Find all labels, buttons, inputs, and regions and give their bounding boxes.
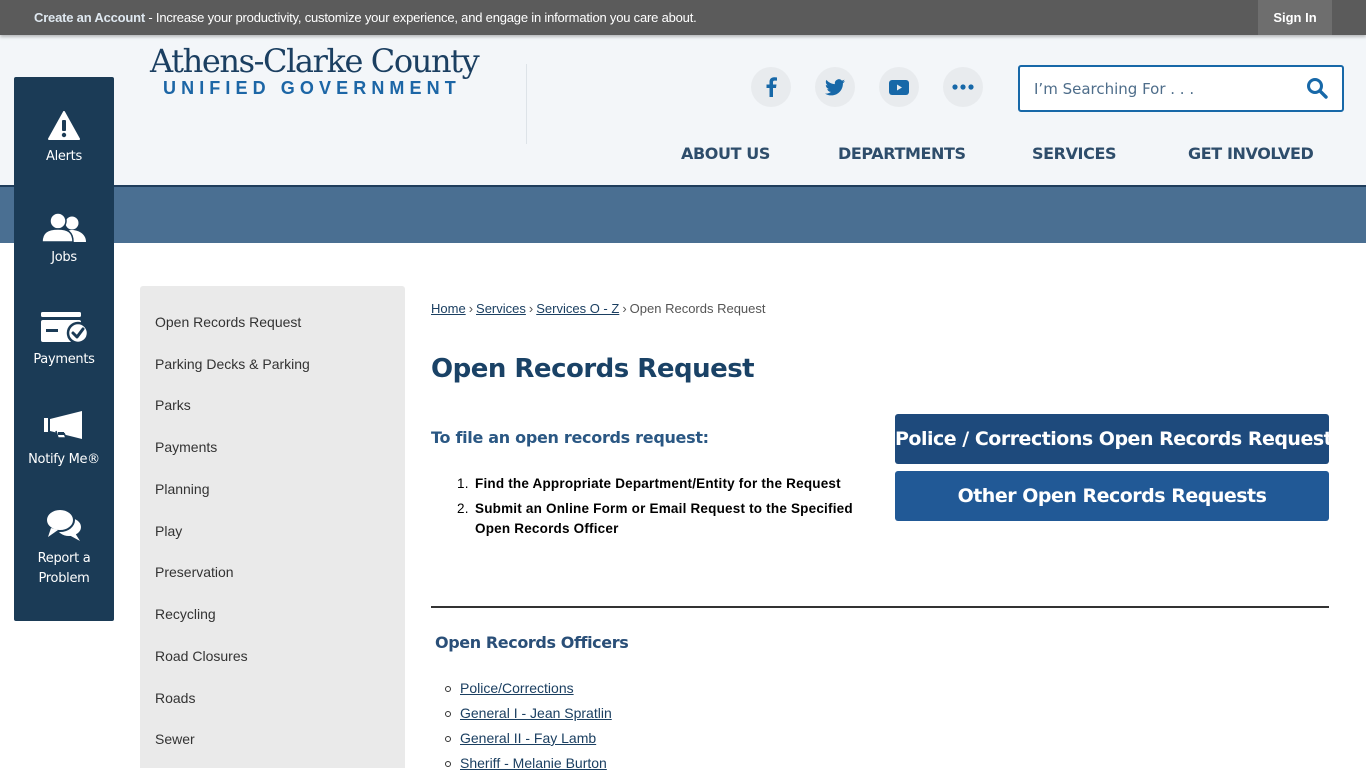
officer-list-item: General I - Jean Spratlin — [443, 703, 612, 728]
chat-bubbles-icon — [45, 508, 81, 541]
officer-link-general-2[interactable]: General II - Fay Lamb — [460, 730, 596, 746]
more-icon — [952, 84, 974, 90]
jobs-icon — [42, 212, 86, 242]
quick-link-label: Notify Me® — [28, 452, 100, 467]
officer-list-item: Police/Corrections — [443, 678, 612, 703]
quick-link-alerts[interactable]: Alerts — [14, 111, 114, 167]
quick-link-payments[interactable]: Payments — [14, 312, 114, 370]
nav-about-us[interactable]: ABOUT US — [681, 144, 770, 163]
youtube-button[interactable] — [879, 67, 919, 107]
section-divider — [431, 606, 1329, 608]
sidenav-item-recycling[interactable]: Recycling — [155, 606, 216, 622]
officer-link-sheriff[interactable]: Sheriff - Melanie Burton — [460, 755, 607, 771]
sidenav-item-parking-decks[interactable]: Parking Decks & Parking — [155, 356, 310, 372]
nav-get-involved[interactable]: GET INVOLVED — [1188, 144, 1314, 163]
sidenav-item-sewer[interactable]: Sewer — [155, 731, 195, 747]
breadcrumb-separator: › — [468, 301, 474, 316]
sign-in-button[interactable]: Sign In — [1258, 0, 1332, 35]
quick-link-label: Payments — [33, 352, 95, 367]
search-input[interactable] — [1034, 77, 1294, 101]
side-navigation: Open Records Request Parking Decks & Par… — [140, 286, 405, 768]
police-corrections-records-button[interactable]: Police / Corrections Open Records Reques… — [895, 414, 1344, 464]
logo-title: Athens-Clarke County — [150, 42, 480, 80]
create-account-link[interactable]: Create an Account — [34, 10, 145, 25]
nav-services[interactable]: SERVICES — [1032, 144, 1117, 163]
breadcrumb-separator: › — [622, 301, 627, 316]
search-box — [1018, 65, 1344, 112]
site-logo[interactable]: Athens-Clarke County UNIFIED GOVERNMENT — [150, 42, 480, 99]
instruction-step: 1. Find the Appropriate Department/Entity… — [457, 476, 841, 491]
officer-link-police-corrections[interactable]: Police/Corrections — [460, 680, 574, 696]
sidenav-item-preservation[interactable]: Preservation — [155, 564, 234, 580]
account-message-text: - Increase your productivity, customize … — [144, 10, 697, 25]
facebook-icon — [766, 77, 777, 97]
quick-link-report-a-problem[interactable]: Report a Problem — [14, 507, 114, 589]
page-banner — [0, 187, 1366, 243]
search-button[interactable] — [1306, 77, 1330, 101]
sidenav-item-roads[interactable]: Roads — [155, 690, 195, 706]
logo-subtitle: UNIFIED GOVERNMENT — [163, 78, 461, 98]
breadcrumb-services-o-z[interactable]: Services O - Z — [536, 301, 619, 316]
sidenav-item-open-records-request[interactable]: Open Records Request — [155, 314, 301, 330]
twitter-button[interactable] — [815, 67, 855, 107]
sidenav-item-play[interactable]: Play — [155, 523, 182, 539]
sidenav-item-parks[interactable]: Parks — [155, 397, 191, 413]
logo-divider — [526, 64, 527, 144]
more-social-button[interactable] — [943, 67, 983, 107]
breadcrumb: Home › Services › Services O - Z › Open Record… — [431, 301, 766, 316]
twitter-icon — [825, 78, 845, 95]
nav-departments[interactable]: DEPARTMENTS — [838, 144, 966, 163]
sidenav-item-payments[interactable]: Payments — [155, 439, 217, 455]
quick-link-label: Jobs — [51, 250, 77, 265]
alert-icon — [48, 111, 80, 140]
instruction-step-text: Find the Appropriate Department/Entity f… — [475, 476, 841, 491]
account-message: Create an Account - Increase your produc… — [34, 10, 697, 25]
other-records-button[interactable]: Other Open Records Requests — [895, 471, 1329, 521]
quick-link-notify-me[interactable]: Notify Me® — [14, 410, 114, 470]
quick-links: Alerts Jobs Payments Notify Me® Report a… — [14, 77, 114, 621]
officers-list: Police/Corrections General I - Jean Spra… — [443, 678, 612, 778]
instruction-step: 2. Submit an Online Form or Email Request… — [457, 501, 853, 536]
facebook-button[interactable] — [751, 67, 791, 107]
officer-list-item: Sheriff - Melanie Burton — [443, 753, 612, 778]
officers-heading: Open Records Officers — [435, 633, 629, 652]
megaphone-icon — [44, 411, 82, 439]
quick-link-jobs[interactable]: Jobs — [14, 212, 114, 268]
officer-list-item: General II - Fay Lamb — [443, 728, 612, 753]
officer-link-general-1[interactable]: General I - Jean Spratlin — [460, 705, 612, 721]
youtube-icon — [889, 79, 909, 95]
search-icon — [1307, 78, 1328, 99]
account-bar: Create an Account - Increase your produc… — [0, 0, 1366, 35]
quick-link-label: Report a Problem — [37, 551, 91, 586]
breadcrumb-services[interactable]: Services — [476, 301, 526, 316]
sidenav-item-planning[interactable]: Planning — [155, 481, 210, 497]
page-title: Open Records Request — [431, 354, 755, 384]
payments-icon — [41, 312, 89, 344]
instructions-heading: To file an open records request: — [431, 428, 709, 447]
quick-link-label: Alerts — [46, 149, 82, 164]
breadcrumb-home[interactable]: Home — [431, 301, 466, 316]
instructions-list: 1. Find the Appropriate Department/Entity… — [457, 474, 877, 544]
breadcrumb-current: Open Records Request — [629, 301, 766, 316]
sidenav-item-road-closures[interactable]: Road Closures — [155, 648, 248, 664]
instruction-step-text: Submit an Online Form or Email Request t… — [475, 501, 853, 536]
breadcrumb-separator: › — [528, 301, 534, 316]
